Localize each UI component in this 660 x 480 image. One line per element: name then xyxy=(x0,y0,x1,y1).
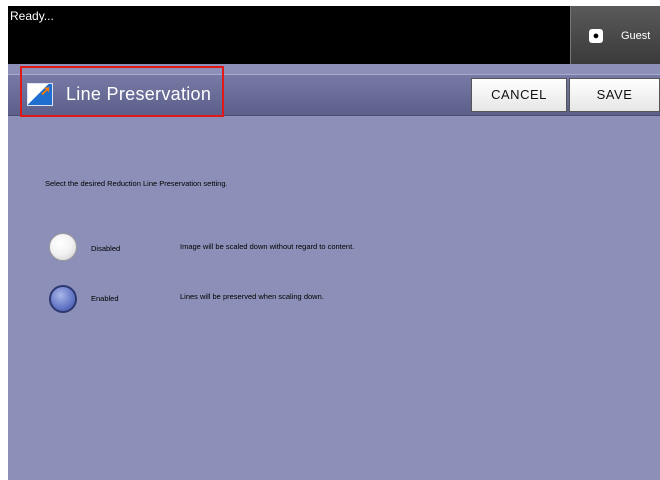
cancel-button[interactable]: CANCEL xyxy=(471,78,567,112)
instruction-text: Select the desired Reduction Line Preser… xyxy=(45,179,228,188)
enabled-label[interactable]: Enabled xyxy=(91,294,119,303)
enabled-radio[interactable] xyxy=(49,285,77,313)
user-name: Guest xyxy=(621,30,651,42)
title-highlight-box xyxy=(20,66,224,117)
user-button[interactable]: ● Guest xyxy=(570,6,660,64)
enabled-description: Lines will be preserved when scaling dow… xyxy=(180,292,324,301)
top-bar: Ready... ● Guest xyxy=(8,6,660,64)
disabled-radio[interactable] xyxy=(49,233,77,261)
main-panel: ➚ Line Preservation CANCEL SAVE Select t… xyxy=(8,64,660,480)
disabled-label[interactable]: Disabled xyxy=(91,244,120,253)
save-button[interactable]: SAVE xyxy=(569,78,660,112)
user-key-icon: ● xyxy=(589,29,603,43)
status-text: Ready... xyxy=(10,9,54,23)
disabled-description: Image will be scaled down without regard… xyxy=(180,242,355,251)
